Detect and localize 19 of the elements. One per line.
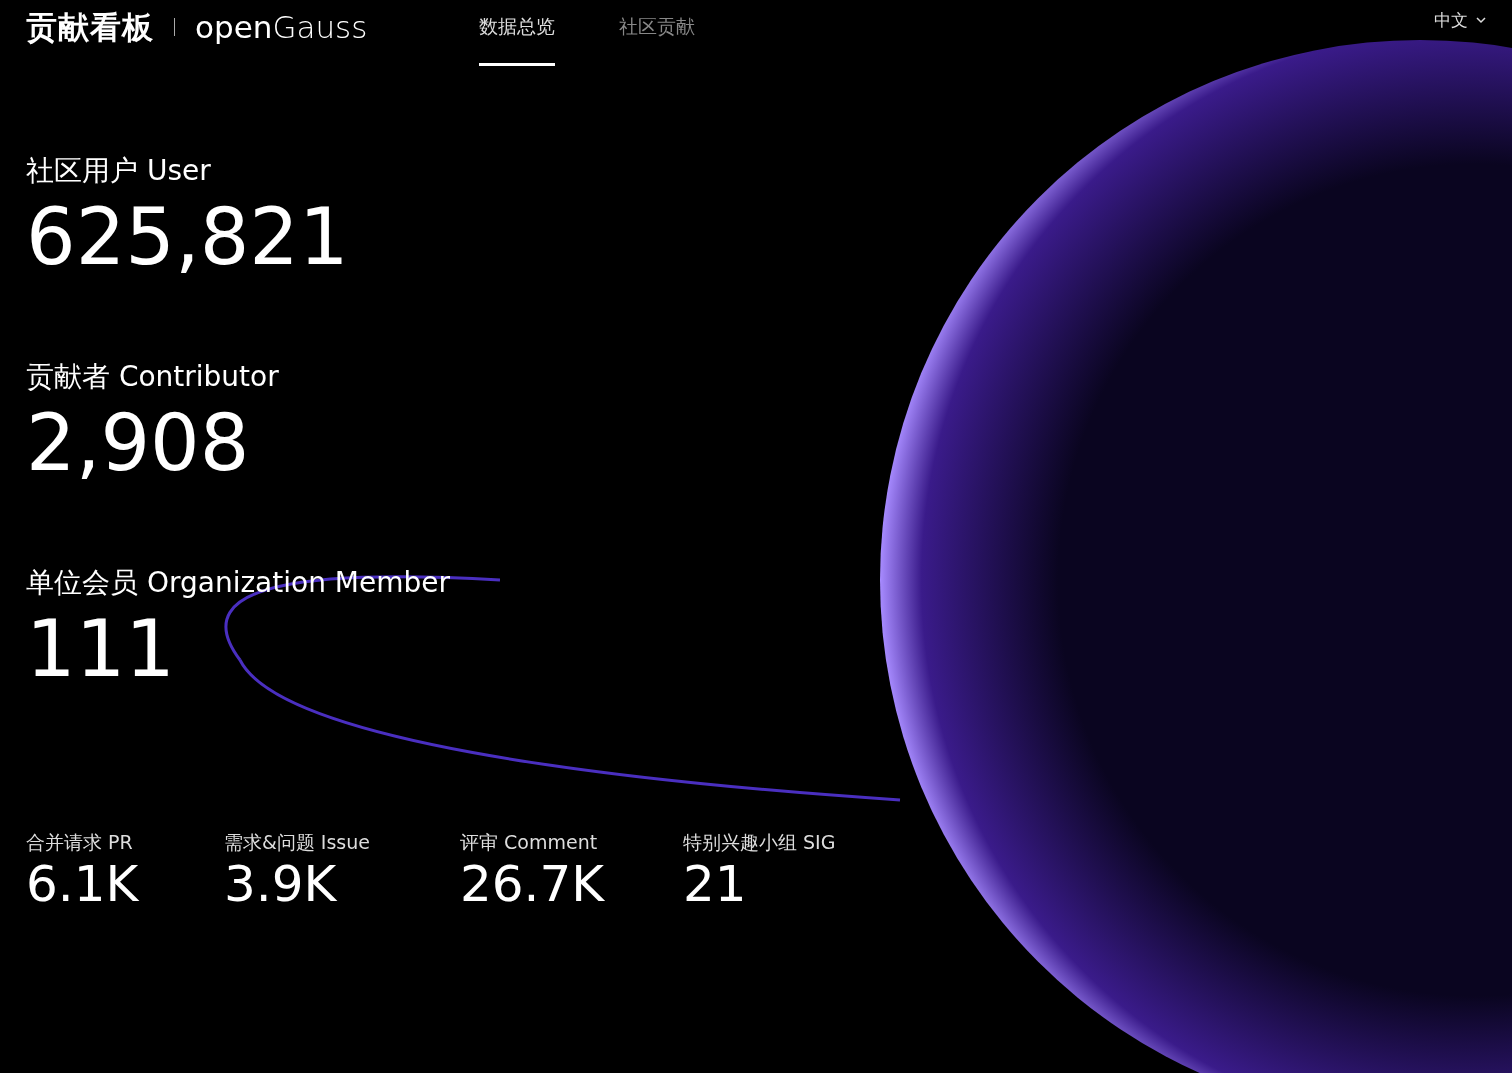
stat-value: 2,908	[26, 404, 251, 482]
stat-value: 625,821	[26, 198, 350, 276]
stat-value: 111	[26, 610, 176, 688]
language-dropdown[interactable]: 中文	[1434, 8, 1486, 34]
brand-logo[interactable]: openGauss	[195, 4, 368, 51]
stat-label: 贡献者 Contributor	[26, 359, 280, 395]
stat-label: 特别兴趣小组 SIG	[683, 830, 837, 855]
stat-label: 合并请求 PR	[26, 830, 134, 855]
stat-value: 3.9K	[224, 856, 338, 912]
stat-label: 评审 Comment	[460, 830, 599, 855]
stat-label: 需求&问题 Issue	[224, 830, 371, 855]
stat-label: 社区用户 User	[26, 153, 212, 189]
stat-value: 6.1K	[26, 856, 140, 912]
nav-tab[interactable]: 数据总览	[479, 4, 556, 66]
stat-value: 26.7K	[460, 856, 606, 912]
dashboard-title: 贡献看板	[26, 8, 154, 47]
chevron-down-icon	[1476, 17, 1486, 25]
nav-tab[interactable]: 社区贡献	[619, 4, 696, 66]
stat-value: 21	[683, 856, 748, 912]
